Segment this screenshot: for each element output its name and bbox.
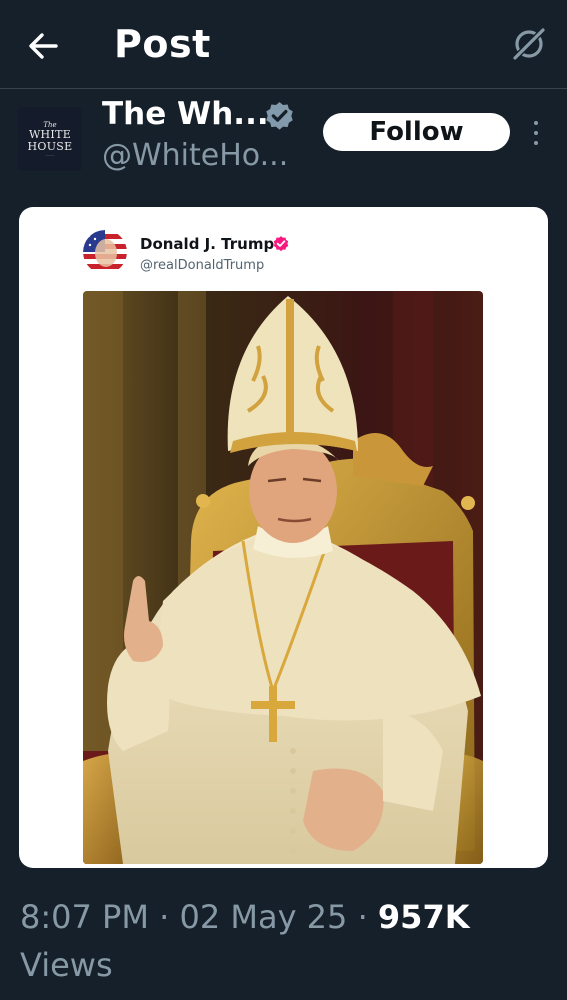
arrow-left-icon <box>29 33 58 59</box>
author-handle[interactable]: @WhiteHo... <box>102 138 288 173</box>
inner-author-handle[interactable]: @realDonaldTrump <box>140 258 264 273</box>
post-time: 8:07 PM <box>20 898 149 936</box>
more-dot <box>534 131 538 135</box>
grok-icon <box>511 26 547 62</box>
more-dot <box>534 141 538 145</box>
page-title: Post <box>114 22 211 66</box>
avatar-text-line2: WHITE <box>28 127 72 141</box>
embedded-post-card[interactable]: Donald J. Trump @realDonaldTrump <box>19 207 548 868</box>
post-meta: 8:07 PM · 02 May 25 · 957K Views <box>20 893 560 989</box>
inner-verified-badge-icon <box>273 236 289 252</box>
views-label[interactable]: Views <box>20 946 113 984</box>
follow-button[interactable]: Follow <box>323 113 510 151</box>
meta-separator: · <box>148 898 180 936</box>
views-count[interactable]: 957K <box>378 898 470 936</box>
avatar-rule: ——— <box>45 152 55 157</box>
verified-badge-icon <box>266 102 293 130</box>
post-image[interactable] <box>83 291 483 864</box>
more-options-button[interactable] <box>526 118 546 148</box>
avatar-text-line3: HOUSE <box>27 139 73 153</box>
post-date: 02 May 25 <box>179 898 348 936</box>
meta-separator: · <box>347 898 378 936</box>
back-button[interactable] <box>22 24 66 68</box>
top-bar: Post <box>0 0 567 88</box>
more-dot <box>534 121 538 125</box>
inner-author-avatar[interactable] <box>83 230 127 274</box>
author-avatar[interactable]: The WHITE HOUSE ——— <box>18 107 82 171</box>
grok-button[interactable] <box>509 24 549 64</box>
inner-author-name[interactable]: Donald J. Trump <box>140 235 274 253</box>
author-name[interactable]: The Wh... <box>102 96 269 132</box>
header-divider <box>0 88 567 89</box>
